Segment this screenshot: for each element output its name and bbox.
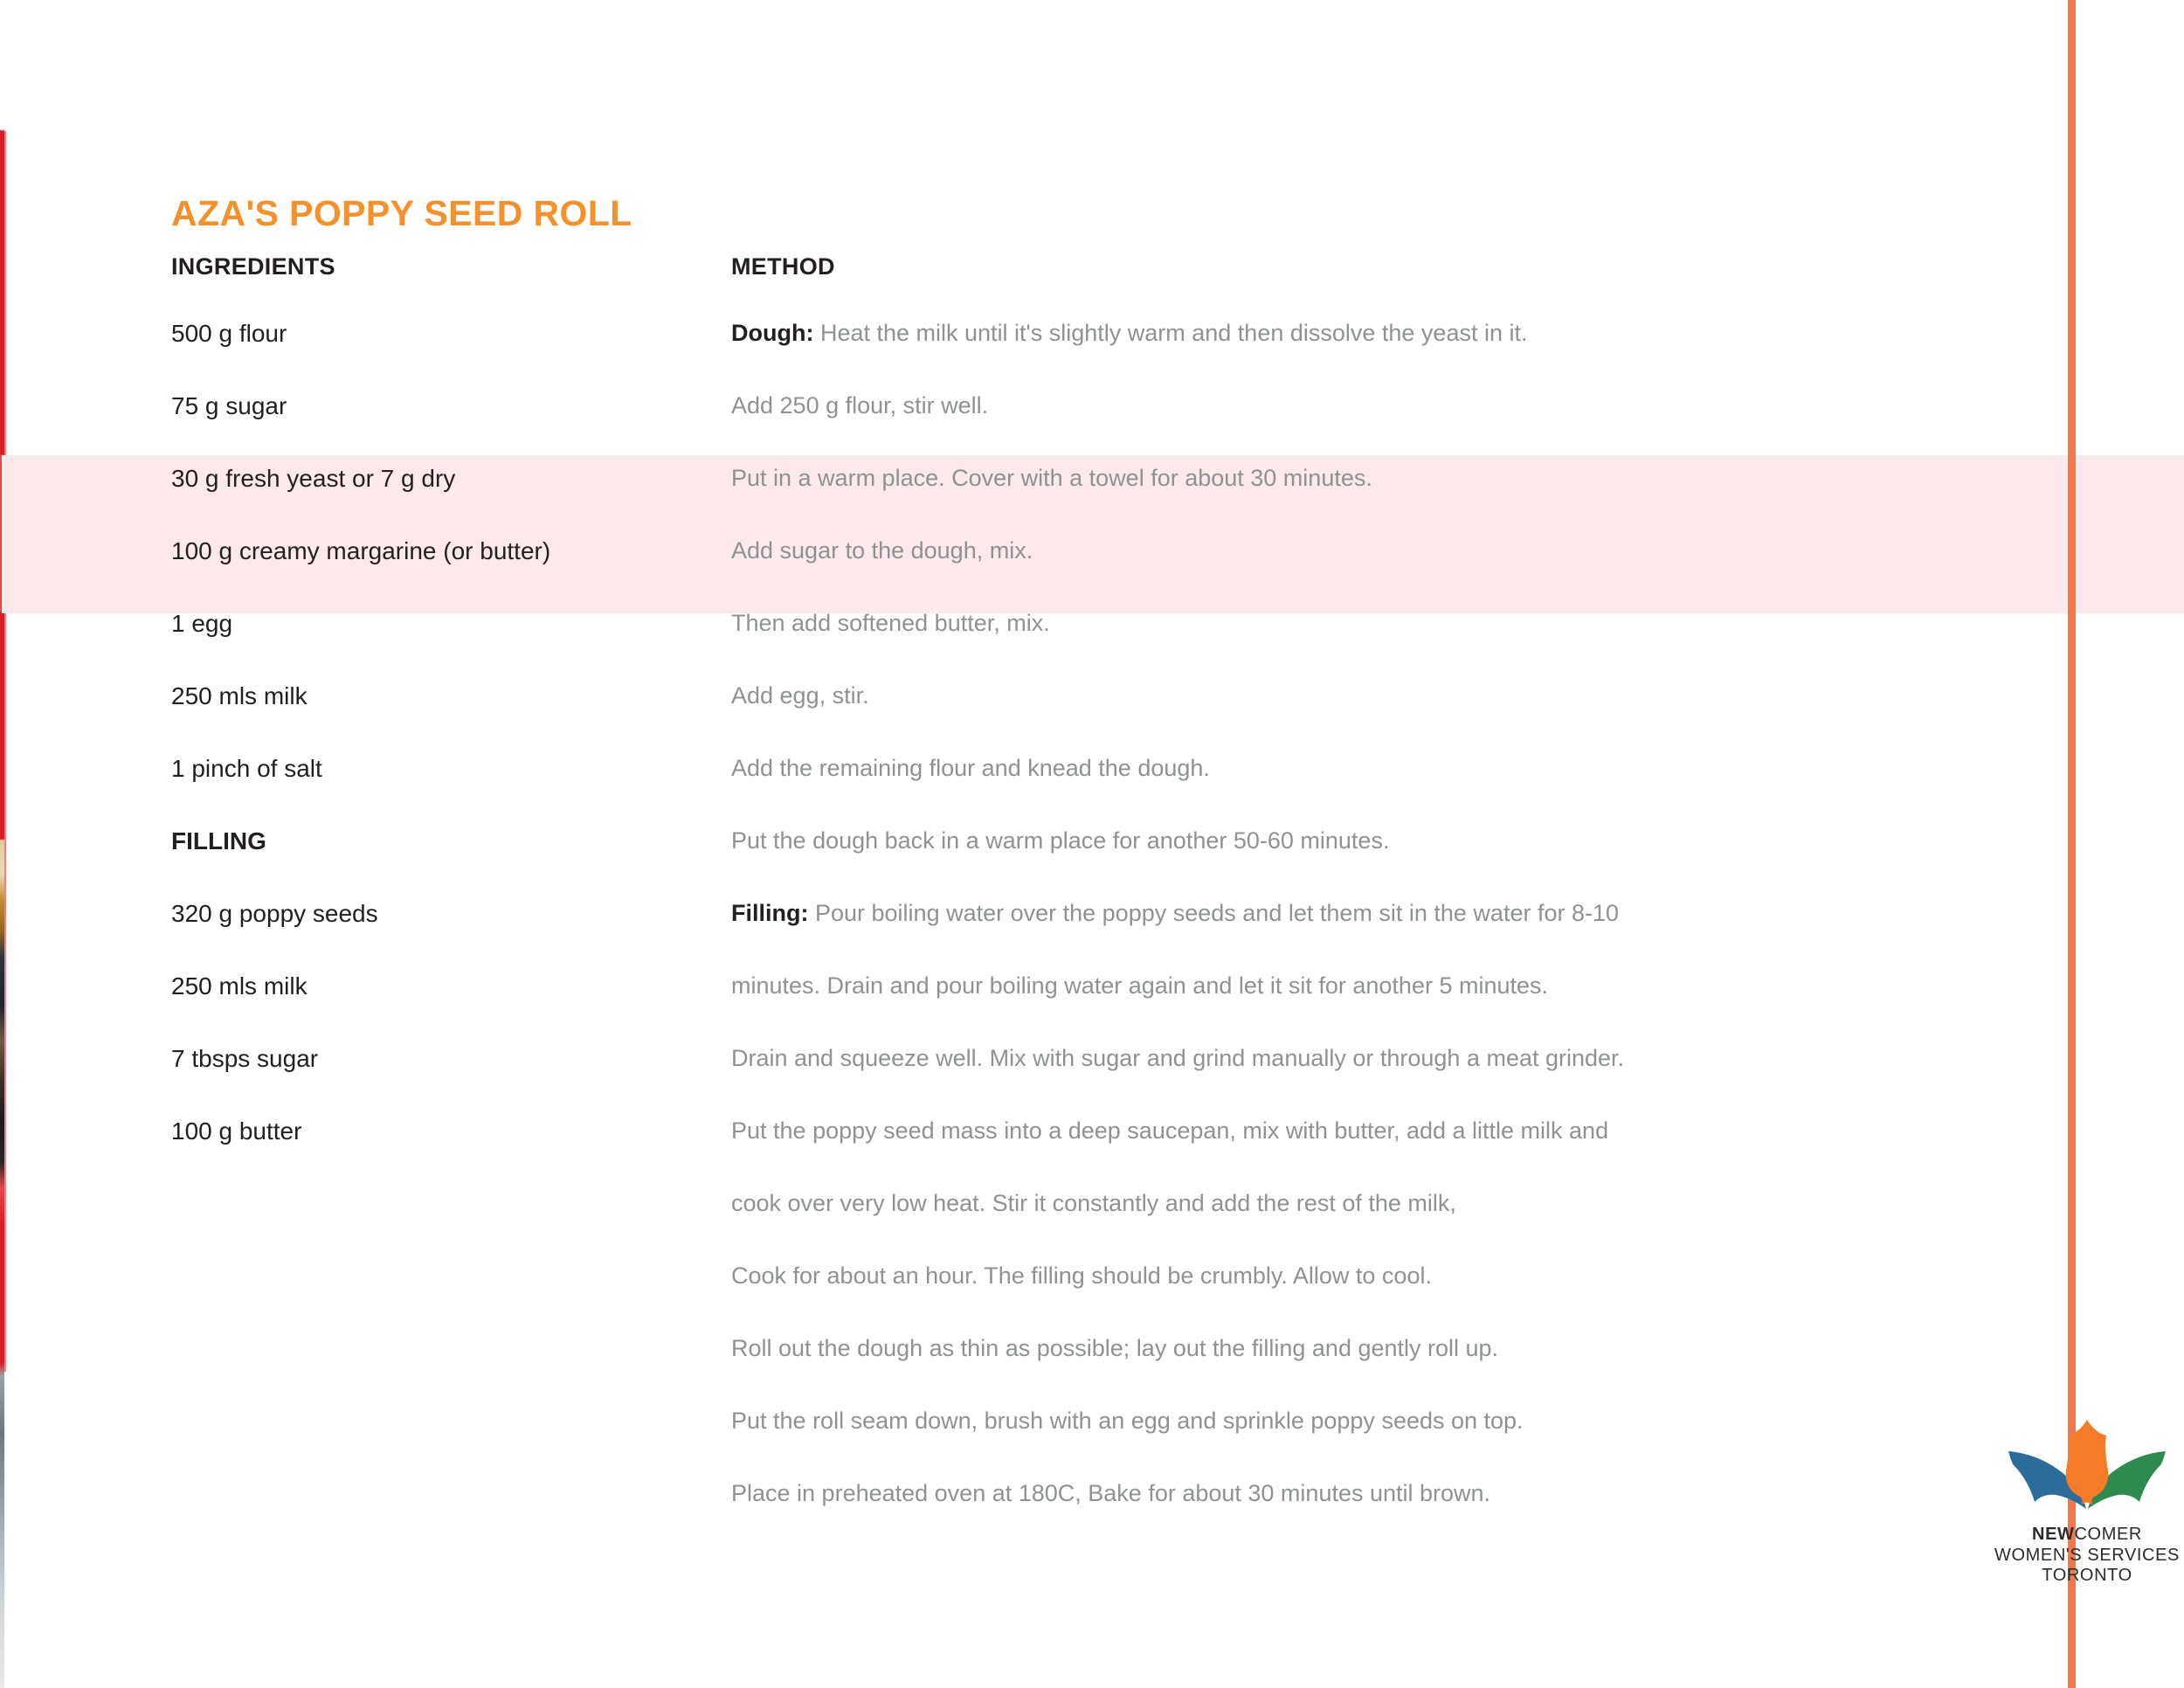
method-line: Drain and squeeze well. Mix with sugar a…: [731, 1047, 2059, 1119]
page-title: AZA'S POPPY SEED ROLL: [171, 193, 632, 234]
tulip-logo-icon: [2008, 1420, 2166, 1509]
method-line: Add sugar to the dough, mix.: [731, 539, 2059, 612]
method-line-text: Drain and squeeze well. Mix with sugar a…: [731, 1045, 1625, 1071]
organization-logo: NEWCOMER WOMEN'S SERVICES TORONTO: [1993, 1418, 2181, 1587]
method-line-text: Cook for about an hour. The filling shou…: [731, 1263, 1432, 1289]
ingredient-item: 1 egg: [171, 610, 233, 637]
method-line: Put the dough back in a warm place for a…: [731, 829, 2059, 902]
method-line: Put in a warm place. Cover with a towel …: [731, 467, 2059, 539]
logo-wordmark: NEWCOMER WOMEN'S SERVICES TORONTO: [1993, 1525, 2181, 1587]
method-line: Put the roll seam down, brush with an eg…: [731, 1409, 2059, 1482]
method-line: Put the poppy seed mass into a deep sauc…: [731, 1119, 2059, 1192]
ingredient-item: 320 g poppy seeds: [171, 900, 378, 927]
method-line-text: Put in a warm place. Cover with a towel …: [731, 465, 1372, 491]
method-line: cook over very low heat. Stir it constan…: [731, 1192, 2059, 1264]
ingredient-item: 100 g butter: [171, 1117, 302, 1145]
logo-line1-rest: COMER: [2074, 1525, 2142, 1544]
method-list: Dough: Heat the milk until it's slightly…: [731, 322, 2059, 1554]
method-line: Then add softened butter, mix.: [731, 612, 2059, 684]
method-line-text: Put the roll seam down, brush with an eg…: [731, 1408, 1524, 1434]
method-line: Cook for about an hour. The filling shou…: [731, 1264, 2059, 1337]
method-line-text: Add sugar to the dough, mix.: [731, 537, 1033, 564]
method-line-text: Put the poppy seed mass into a deep sauc…: [731, 1117, 1609, 1144]
method-line: Add 250 g flour, stir well.: [731, 394, 2059, 467]
logo-line1-bold: NEW: [2032, 1525, 2075, 1544]
method-line: Dough: Heat the milk until it's slightly…: [731, 322, 2059, 394]
ingredient-item: 7 tbsps sugar: [171, 1045, 319, 1072]
method-line: Add the remaining flour and knead the do…: [731, 757, 2059, 829]
method-column-header: METHOD: [731, 253, 835, 280]
method-line: Filling: Pour boiling water over the pop…: [731, 902, 2059, 974]
method-line-text: Place in preheated oven at 180C, Bake fo…: [731, 1480, 1491, 1506]
method-line-text: Add 250 g flour, stir well.: [731, 392, 989, 419]
page-edge-sliver-accent: [4, 131, 6, 1372]
ingredient-item: 100 g creamy margarine (or butter): [171, 537, 551, 564]
method-line-text: Add egg, stir.: [731, 682, 869, 709]
ingredient-item: 75 g sugar: [171, 392, 287, 419]
ingredients-list: 500 g flour 75 g sugar 30 g fresh yeast or…: [171, 322, 730, 1192]
method-line-text: Heat the milk until it's slightly warm a…: [813, 320, 1528, 346]
ingredient-item: 1 pinch of salt: [171, 755, 322, 782]
method-line-text: cook over very low heat. Stir it constan…: [731, 1190, 1456, 1216]
method-line: Place in preheated oven at 180C, Bake fo…: [731, 1482, 2059, 1554]
method-line-text: Put the dough back in a warm place for a…: [731, 827, 1390, 854]
ingredient-item: 500 g flour: [171, 320, 287, 347]
logo-line2: WOMEN'S SERVICES: [1994, 1545, 2180, 1565]
method-line-text: Roll out the dough as thin as possible; …: [731, 1335, 1499, 1361]
method-line-text: Pour boiling water over the poppy seeds …: [808, 900, 1620, 926]
ingredients-column-header: INGREDIENTS: [171, 253, 335, 280]
method-line: Add egg, stir.: [731, 684, 2059, 757]
method-line: minutes. Drain and pour boiling water ag…: [731, 974, 2059, 1047]
method-line-text: Then add softened butter, mix.: [731, 610, 1050, 636]
ingredient-item: 250 mls milk: [171, 972, 308, 1000]
method-lead-label: Dough:: [731, 320, 814, 346]
ingredient-item: 30 g fresh yeast or 7 g dry: [171, 465, 456, 492]
method-lead-label: Filling:: [731, 900, 809, 926]
method-line-text: minutes. Drain and pour boiling water ag…: [731, 972, 1549, 999]
ingredients-section-heading: FILLING: [171, 827, 266, 854]
recipe-page: AZA'S POPPY SEED ROLL INGREDIENTS METHOD…: [0, 0, 2184, 1688]
method-line: Roll out the dough as thin as possible; …: [731, 1337, 2059, 1409]
ingredient-item: 250 mls milk: [171, 682, 308, 709]
logo-line3: TORONTO: [2042, 1566, 2132, 1586]
method-line-text: Add the remaining flour and knead the do…: [731, 755, 1210, 781]
